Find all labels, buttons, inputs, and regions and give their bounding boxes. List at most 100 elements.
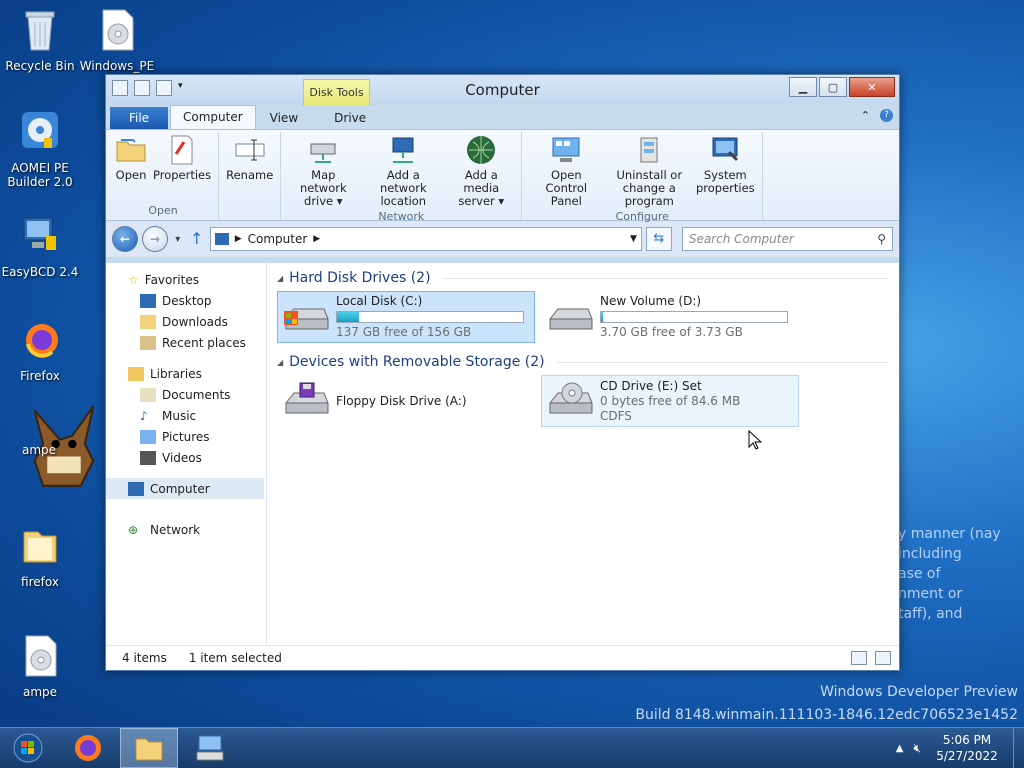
help-icon[interactable]: ? xyxy=(880,109,893,122)
desktop-icon-ampe-2[interactable]: ampe xyxy=(0,634,80,699)
group-header-removable-storage[interactable]: ◢ Devices with Removable Storage (2) xyxy=(277,351,889,373)
forward-button[interactable]: → xyxy=(141,226,168,252)
volume-muted-icon[interactable]: 🔇︎ xyxy=(913,741,921,756)
nav-computer[interactable]: Computer xyxy=(106,478,264,499)
search-input[interactable]: Search Computer ⚲ xyxy=(681,227,894,251)
drive-tile-floppy-a[interactable]: Floppy Disk Drive (A:) xyxy=(277,375,535,427)
computer-icon xyxy=(128,481,144,496)
collapse-icon[interactable]: ◢ xyxy=(277,358,283,367)
up-button[interactable]: ↑ xyxy=(188,228,206,250)
group-header-hard-disk-drives[interactable]: ◢ Hard Disk Drives (2) xyxy=(277,267,889,289)
tab-drive[interactable]: Drive xyxy=(322,107,378,129)
maximize-button[interactable]: ▢ xyxy=(819,77,847,97)
minimize-ribbon-icon[interactable]: ⌃ xyxy=(861,109,870,122)
collapse-icon[interactable]: ◢ xyxy=(277,274,283,283)
system-properties-icon xyxy=(712,137,739,162)
properties-icon xyxy=(171,135,193,165)
nav-network[interactable]: ⊕ Network xyxy=(106,519,266,540)
show-hidden-icons-icon[interactable]: ▲ xyxy=(896,743,904,754)
desktop-icon-label: ampe xyxy=(22,685,58,699)
tiles-view-icon[interactable] xyxy=(875,651,891,665)
desktop-icon-easybcd[interactable]: EasyBCD 2.4 xyxy=(0,214,80,279)
refresh-icon: ⇆ xyxy=(653,231,665,246)
show-desktop-button[interactable] xyxy=(1013,728,1024,768)
nav-desktop-label: Desktop xyxy=(162,293,212,308)
ribbon-group-rename: Rename xyxy=(219,132,282,220)
rename-button[interactable]: Rename xyxy=(223,132,276,204)
drive-tile-local-disk-c[interactable]: Local Disk (C:) 137 GB free of 156 GB xyxy=(277,291,535,343)
folder-icon xyxy=(23,531,57,563)
start-button[interactable] xyxy=(0,728,56,768)
address-field[interactable]: ▶ Computer ▶ ▼ xyxy=(209,227,642,251)
refresh-button[interactable]: ⇆ xyxy=(645,227,672,251)
map-network-drive-label: Map network drive ▾ xyxy=(299,168,347,208)
nav-libraries-label: Libraries xyxy=(150,366,202,381)
hard-drive-icon xyxy=(549,308,593,330)
nav-recent-places[interactable]: Recent places xyxy=(106,332,266,353)
nav-music[interactable]: ♪ Music xyxy=(106,405,266,426)
system-properties-button[interactable]: System properties xyxy=(692,132,758,210)
recent-locations-dropdown[interactable]: ▾ xyxy=(172,234,184,245)
breadcrumb-separator-icon[interactable]: ▶ xyxy=(313,234,320,244)
title-bar[interactable]: ▾ Disk Tools Computer ▁ ▢ ✕ xyxy=(106,75,899,106)
open-folder-icon xyxy=(116,139,146,162)
taskbar-firefox[interactable] xyxy=(60,729,116,767)
map-network-drive-button[interactable]: Map network drive ▾ xyxy=(285,132,361,210)
window-title: Computer xyxy=(465,81,540,99)
navigation-pane[interactable]: ☆ Favorites Desktop Downloads Recent plac… xyxy=(106,263,267,646)
nav-favorites-label: Favorites xyxy=(144,272,199,287)
details-view-icon[interactable] xyxy=(851,651,867,665)
watermark-line2: Build 8148.winmain.111103-1846.12edc7065… xyxy=(635,707,1018,723)
rename-icon xyxy=(235,139,265,161)
back-button[interactable]: ← xyxy=(112,226,138,252)
desktop-icon-recycle-bin[interactable]: Recycle Bin xyxy=(0,8,80,73)
add-media-server-label: Add a media server ▾ xyxy=(458,168,505,208)
tab-computer[interactable]: Computer xyxy=(170,105,256,129)
uninstall-program-label: Uninstall or change a program xyxy=(616,168,683,208)
libraries-icon xyxy=(128,366,144,381)
nav-downloads[interactable]: Downloads xyxy=(106,311,266,332)
removable-storage-heading: Devices with Removable Storage (2) xyxy=(289,354,545,370)
nav-favorites[interactable]: ☆ Favorites xyxy=(106,269,266,290)
open-control-panel-button[interactable]: Open Control Panel xyxy=(526,132,606,210)
desktop-icon-aomei[interactable]: AOMEI PE Builder 2.0 xyxy=(0,110,80,189)
breadcrumb-computer[interactable]: Computer xyxy=(248,232,308,246)
desktop-icon-ampe-1[interactable]: ampe xyxy=(0,405,95,487)
uninstall-program-button[interactable]: Uninstall or change a program xyxy=(606,132,692,210)
nav-desktop[interactable]: Desktop xyxy=(106,290,266,311)
drive-tile-new-volume-d[interactable]: New Volume (D:) 3.70 GB free of 3.73 GB xyxy=(541,291,799,343)
nav-documents[interactable]: Documents xyxy=(106,384,266,405)
open-button[interactable]: Open xyxy=(112,132,150,204)
clock[interactable]: 5:06 PM 5/27/2022 xyxy=(931,732,1003,764)
hard-disk-drives-heading: Hard Disk Drives (2) xyxy=(289,270,431,286)
minimize-button[interactable]: ▁ xyxy=(789,77,817,97)
nav-music-label: Music xyxy=(162,408,197,423)
taskbar-onscreen-keyboard[interactable] xyxy=(182,729,238,767)
add-network-location-button[interactable]: Add a network location xyxy=(361,132,445,210)
desktop-icon-firefox[interactable]: Firefox xyxy=(0,318,80,383)
address-dropdown-icon[interactable]: ▼ xyxy=(630,234,637,244)
drive-tile-cd-e[interactable]: CD Drive (E:) Set 0 bytes free of 84.6 M… xyxy=(541,375,799,427)
breadcrumb-separator-icon[interactable]: ▶ xyxy=(235,234,242,244)
open-label: Open xyxy=(115,168,147,182)
desktop-icon xyxy=(140,293,156,308)
desktop-icon-windows-pe[interactable]: Windows_PE xyxy=(77,8,157,73)
add-media-server-button[interactable]: Add a media server ▾ xyxy=(445,132,517,210)
tab-view[interactable]: View xyxy=(258,107,310,129)
explorer-window: ▾ Disk Tools Computer ▁ ▢ ✕ File Compute… xyxy=(105,74,900,671)
nav-libraries[interactable]: Libraries xyxy=(106,363,266,384)
desktop-icon-label: AOMEI PE Builder 2.0 xyxy=(7,161,73,189)
taskbar-file-explorer[interactable] xyxy=(120,728,178,768)
aomei-disc-icon xyxy=(22,112,58,148)
nav-videos[interactable]: Videos xyxy=(106,447,266,468)
desktop-icon-firefox-folder[interactable]: firefox xyxy=(0,524,80,589)
background-text-line: y manner (nay xyxy=(898,526,1001,542)
drive-name: Floppy Disk Drive (A:) xyxy=(336,393,467,408)
drive-name: New Volume (D:) xyxy=(600,294,702,308)
tab-file[interactable]: File xyxy=(110,107,168,129)
add-network-location-label: Add a network location xyxy=(379,168,427,208)
nav-pictures[interactable]: Pictures xyxy=(106,426,266,447)
watermark-line1: Windows Developer Preview xyxy=(820,684,1018,700)
properties-button[interactable]: Properties xyxy=(150,132,214,204)
close-button[interactable]: ✕ xyxy=(849,77,895,97)
